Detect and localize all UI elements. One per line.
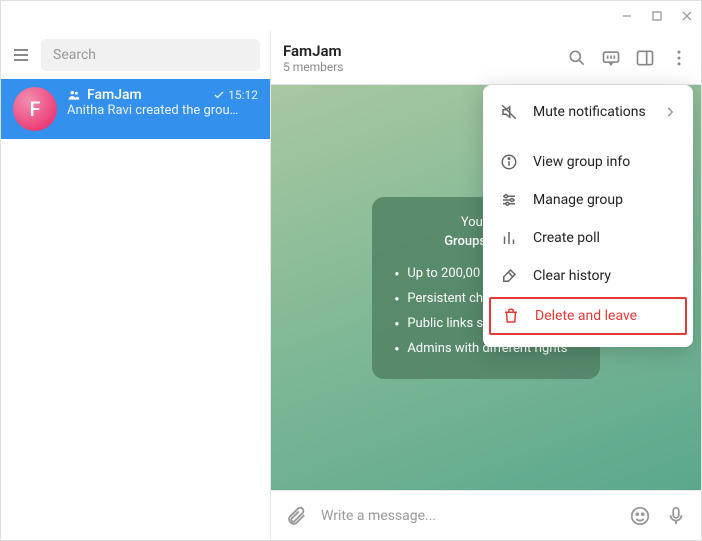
- chat-name-label: FamJam: [87, 87, 142, 103]
- search-icon[interactable]: [567, 48, 587, 68]
- main: Search F FamJam: [1, 31, 701, 540]
- manage-icon: [499, 191, 519, 209]
- message-input[interactable]: Write a message...: [321, 508, 615, 524]
- sidepanel-icon[interactable]: [635, 48, 655, 68]
- poll-icon: [499, 229, 519, 247]
- app-window: Search F FamJam: [0, 0, 702, 541]
- chat-header: FamJam 5 members: [271, 31, 701, 85]
- menu-clear-history[interactable]: Clear history: [483, 257, 693, 295]
- mute-icon: [499, 103, 519, 121]
- comments-icon[interactable]: [601, 48, 621, 68]
- chat-text: FamJam 15:12 Anitha Ravi created the gro…: [67, 87, 258, 131]
- sidebar: Search F FamJam: [1, 31, 271, 540]
- composer: Write a message...: [271, 490, 701, 540]
- menu-label: Mute notifications: [533, 104, 646, 120]
- more-icon[interactable]: [669, 48, 689, 68]
- menu-manage-group[interactable]: Manage group: [483, 181, 693, 219]
- more-dropdown: Mute notifications View group info: [483, 85, 693, 347]
- header-icons: [567, 48, 689, 68]
- chat-list-item[interactable]: F FamJam 15:12: [1, 79, 270, 139]
- chat-name: FamJam: [67, 87, 142, 103]
- emoji-icon[interactable]: [629, 505, 651, 527]
- menu-label: Delete and leave: [535, 308, 637, 324]
- voice-icon[interactable]: [665, 505, 687, 527]
- clear-icon: [499, 267, 519, 285]
- avatar: F: [13, 87, 57, 131]
- chat-subtitle: 5 members: [283, 60, 567, 74]
- window-maximize[interactable]: [651, 10, 663, 22]
- chat-preview: Anitha Ravi created the grou…: [67, 103, 258, 118]
- menu-label: Clear history: [533, 268, 611, 284]
- menu-view-group-info[interactable]: View group info: [483, 143, 693, 181]
- menu-label: Manage group: [533, 192, 623, 208]
- search-input[interactable]: Search: [41, 39, 260, 71]
- attach-icon[interactable]: [285, 505, 307, 527]
- menu-label: View group info: [533, 154, 630, 170]
- chat-title: FamJam: [283, 42, 567, 60]
- titlebar: [1, 1, 701, 31]
- window-minimize[interactable]: [621, 10, 633, 22]
- menu-label: Create poll: [533, 230, 600, 246]
- chat-title-block[interactable]: FamJam 5 members: [283, 42, 567, 74]
- chat-time: 15:12: [213, 88, 258, 102]
- chat-list: F FamJam 15:12: [1, 79, 270, 540]
- group-icon: [67, 88, 81, 102]
- menu-mute-notifications[interactable]: Mute notifications: [483, 93, 693, 131]
- info-icon: [499, 153, 519, 171]
- menu-icon[interactable]: [11, 45, 31, 65]
- sidebar-header: Search: [1, 31, 270, 79]
- content: FamJam 5 members: [271, 31, 701, 540]
- window-close[interactable]: [681, 10, 693, 22]
- chat-time-label: 15:12: [228, 88, 258, 102]
- menu-create-poll[interactable]: Create poll: [483, 219, 693, 257]
- chevron-right-icon: [663, 105, 677, 119]
- menu-delete-and-leave[interactable]: Delete and leave: [489, 297, 687, 335]
- trash-icon: [501, 307, 521, 325]
